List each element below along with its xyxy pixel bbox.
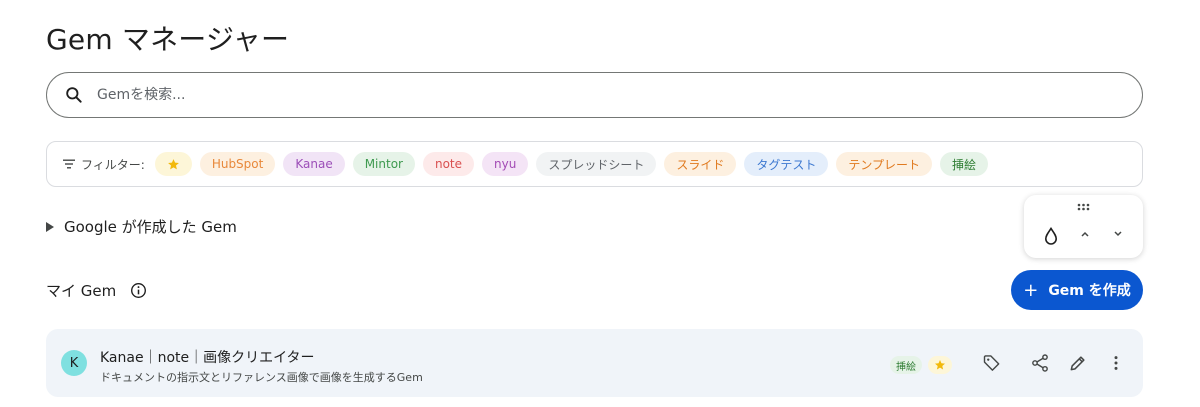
filter-bar: フィルター: HubSpot Kanae Mintor note nyu スプレ… (46, 141, 1143, 187)
filter-chip-kanae[interactable]: Kanae (283, 152, 345, 176)
drag-grip-icon[interactable] (1077, 203, 1090, 211)
chevron-down-icon[interactable] (1113, 230, 1123, 238)
expand-triangle-icon (46, 221, 54, 232)
filter-chip-star[interactable] (154, 152, 192, 176)
tag-icon[interactable] (982, 353, 1002, 373)
water-drop-icon[interactable] (1044, 227, 1058, 245)
filter-label-text: フィルター: (81, 157, 145, 172)
chevron-up-icon[interactable] (1080, 230, 1090, 238)
filter-chip-tagtest[interactable]: タグテスト (744, 152, 829, 176)
gem-name: Kanae｜note｜画像クリエイター (100, 350, 315, 366)
my-gem-header: マイ Gem (46, 280, 147, 301)
filter-label: フィルター: (63, 156, 145, 173)
page-title: Gem マネージャー (46, 23, 290, 56)
filter-chip-hubspot[interactable]: HubSpot (199, 152, 276, 176)
filter-chip-slides[interactable]: スライド (664, 152, 737, 176)
filter-chip-mintor[interactable]: Mintor (352, 152, 415, 176)
create-gem-label: Gem を作成 (1048, 283, 1131, 299)
edit-pencil-icon[interactable] (1068, 353, 1088, 373)
google-gems-label: Google が作成した Gem (64, 218, 237, 236)
filter-chip-note[interactable]: note (422, 152, 475, 176)
info-icon[interactable] (130, 282, 147, 299)
google-gems-toggle[interactable]: Google が作成した Gem (46, 216, 237, 237)
gem-description: ドキュメントの指示文とリファレンス画像で画像を生成するGem (100, 371, 423, 384)
filter-icon (63, 159, 75, 169)
filter-chip-spreadsheet[interactable]: スプレッドシート (536, 152, 657, 176)
share-icon[interactable] (1030, 353, 1050, 373)
filter-chip-template[interactable]: テンプレート (836, 152, 933, 176)
floating-control-panel (1024, 195, 1143, 258)
search-bar[interactable] (46, 72, 1143, 118)
star-icon (935, 360, 945, 370)
create-gem-button[interactable]: + Gem を作成 (1011, 270, 1143, 310)
plus-icon: + (1023, 279, 1039, 301)
gem-tag-illustration: 挿絵 (890, 356, 922, 374)
filter-chip-illustration[interactable]: 挿絵 (940, 152, 989, 176)
star-icon (167, 158, 179, 169)
filter-chip-nyu[interactable]: nyu (482, 152, 529, 176)
search-input[interactable] (97, 83, 1097, 107)
more-vert-icon[interactable] (1106, 353, 1126, 373)
search-icon (66, 87, 82, 103)
gem-tag-star (928, 356, 952, 374)
my-gem-label: マイ Gem (46, 282, 117, 300)
avatar: K (61, 350, 87, 376)
gem-card[interactable]: K Kanae｜note｜画像クリエイター ドキュメントの指示文とリファレンス画… (46, 329, 1143, 397)
